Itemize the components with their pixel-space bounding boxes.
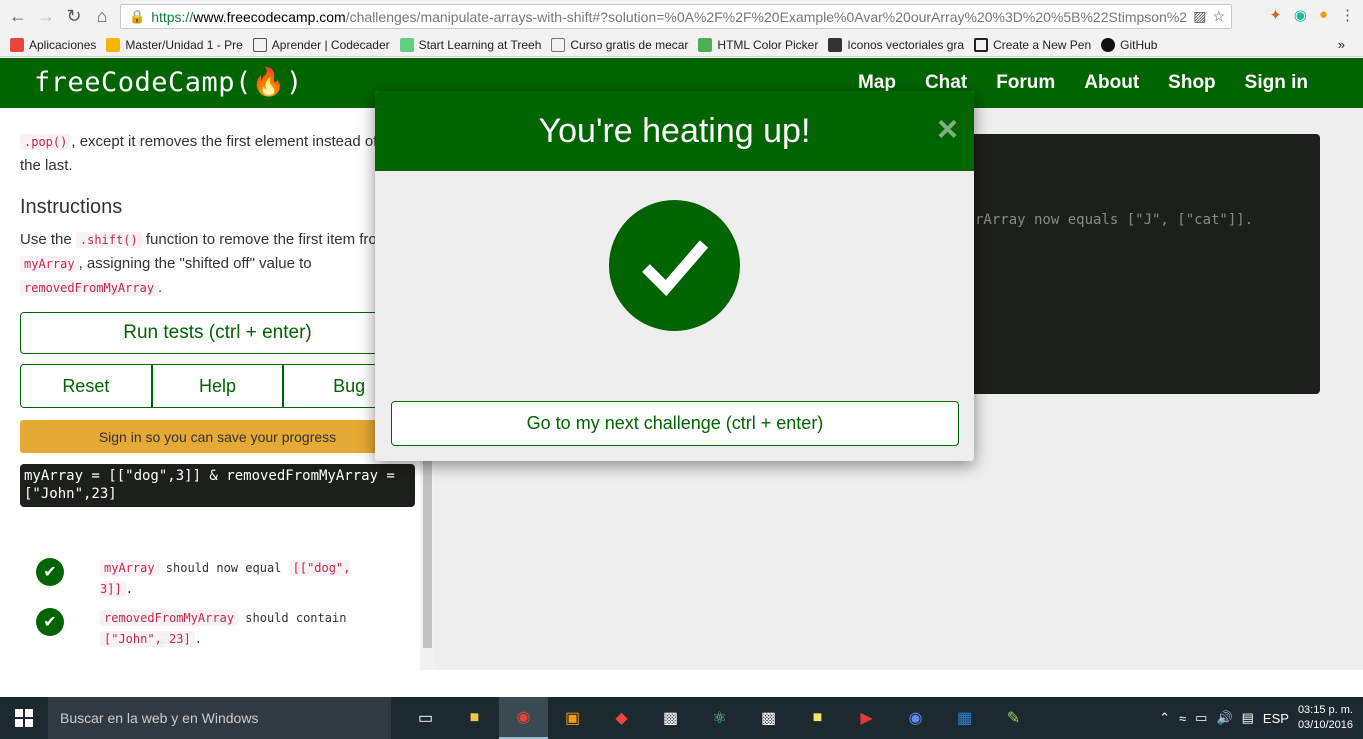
close-icon[interactable]: ×	[937, 109, 958, 149]
site-logo[interactable]: freeCodeCamp(🔥)	[34, 66, 303, 98]
forward-icon[interactable]: →	[32, 3, 60, 31]
bookmark-item[interactable]: HTML Color Picker	[698, 37, 818, 52]
instructions-heading: Instructions	[20, 196, 123, 218]
browser-toolbar: ← → ↻ ⌂ 🔒 https://www.freecodecamp.com/c…	[0, 0, 1363, 33]
bookmark-icon	[252, 37, 267, 52]
url-scheme: https://	[151, 8, 194, 25]
bookmark-item[interactable]: Aprender | Codecader	[252, 37, 390, 52]
wifi-icon[interactable]: ≈	[1179, 711, 1186, 726]
reader-icon[interactable]: ▦	[940, 697, 989, 739]
github-icon	[1101, 37, 1116, 52]
translate-icon[interactable]: ▨	[1193, 8, 1206, 25]
action-button-group: Reset Help Bug	[20, 364, 416, 408]
reset-button[interactable]: Reset	[20, 364, 152, 408]
bookmark-icon	[399, 37, 414, 52]
address-bar[interactable]: 🔒 https://www.freecodecamp.com/challenge…	[120, 4, 1232, 29]
bookmark-item[interactable]: Start Learning at Treeh	[399, 37, 541, 52]
grammarly-icon[interactable]: ◉	[1294, 6, 1307, 24]
windows-start-icon[interactable]	[0, 697, 48, 739]
nav-link-sign-in[interactable]: Sign in	[1245, 72, 1308, 94]
check-icon: ✔	[36, 558, 64, 586]
page-icon	[551, 37, 566, 52]
help-button[interactable]: Help	[151, 364, 284, 408]
success-modal: You're heating up! × Go to my next chall…	[375, 91, 974, 461]
nav-link-shop[interactable]: Shop	[1168, 72, 1216, 94]
reload-icon[interactable]: ↻	[60, 3, 88, 31]
language-indicator[interactable]: ESP	[1263, 711, 1289, 726]
instructions-text: Use the .shift() function to remove the …	[20, 231, 390, 296]
code-snippet: removedFromMyArray	[20, 280, 159, 296]
code-snippet: myArray	[20, 256, 79, 272]
code-snippet: .pop()	[20, 134, 72, 150]
url-path: /challenges/manipulate-arrays-with-shift…	[345, 8, 1216, 25]
url-host: www.freecodecamp.com	[193, 8, 346, 25]
bookmark-icon	[106, 37, 121, 52]
bookmarks-bar: Aplicaciones Master/Unidad 1 - Pre Apren…	[0, 33, 1363, 57]
chromium-icon[interactable]: ◉	[891, 697, 940, 739]
terminal-icon[interactable]: ▩	[744, 697, 793, 739]
git-icon[interactable]: ◆	[597, 697, 646, 739]
mp3-icon[interactable]: ▶	[842, 697, 891, 739]
battery-icon[interactable]: ▭	[1195, 710, 1207, 726]
extension-orange-icon[interactable]: ●	[1319, 6, 1328, 24]
paint-icon[interactable]: ✎	[989, 697, 1038, 739]
next-challenge-button[interactable]: Go to my next challenge (ctrl + enter)	[391, 401, 959, 446]
bookmark-item[interactable]: Aplicaciones	[10, 37, 96, 52]
nav-link-forum[interactable]: Forum	[996, 72, 1055, 94]
bookmark-item[interactable]: GitHub	[1101, 37, 1157, 52]
atom-icon[interactable]: ⚛	[695, 697, 744, 739]
apps-icon	[10, 37, 24, 52]
file-explorer-icon[interactable]: ■	[450, 697, 499, 739]
modal-title: You're heating up!	[538, 111, 811, 150]
codepen-icon	[974, 37, 989, 52]
bookmark-item[interactable]: Create a New Pen	[974, 37, 1091, 52]
run-tests-button[interactable]: Run tests (ctrl + enter)	[20, 312, 415, 354]
challenge-description: .pop(), except it removes the first elem…	[20, 133, 378, 174]
extension-icon[interactable]: ✦	[1269, 6, 1282, 24]
bookmark-icon	[698, 37, 713, 52]
test-result: ✔ myArray should now equal [["dog", 3]].	[36, 558, 396, 600]
system-tray: ⌃ ≈ ▭ 🔊 ▤ ESP 03:15 p. m. 03/10/2016	[1159, 697, 1353, 739]
chevron-up-icon[interactable]: ⌃	[1159, 710, 1170, 726]
bookmarks-more-button[interactable]: »	[1338, 37, 1345, 52]
task-view-icon[interactable]: ▭	[401, 697, 450, 739]
bookmark-icon	[828, 37, 843, 52]
notifications-icon[interactable]: ▤	[1242, 710, 1254, 726]
windows-taskbar: Buscar en la web y en Windows ▭ ■ ◉ ▣ ◆ …	[0, 697, 1363, 739]
test-result: ✔ removedFromMyArray should contain ["Jo…	[36, 608, 396, 650]
menu-icon[interactable]: ⋮	[1340, 6, 1355, 24]
bookmark-item[interactable]: Iconos vectoriales gra	[828, 37, 964, 52]
chrome-icon[interactable]: ◉	[499, 697, 548, 739]
sticky-notes-icon[interactable]: ■	[793, 697, 842, 739]
success-check-icon	[609, 200, 740, 331]
taskbar-search-input[interactable]: Buscar en la web y en Windows	[48, 697, 391, 739]
volume-icon[interactable]: 🔊	[1216, 710, 1232, 726]
lock-icon: 🔒	[129, 8, 146, 24]
bookmark-item[interactable]: Curso gratis de mecar	[551, 37, 688, 52]
bookmark-item[interactable]: Master/Unidad 1 - Pre	[106, 37, 243, 52]
bookmark-star-icon[interactable]: ☆	[1212, 8, 1225, 25]
code-snippet: .shift()	[75, 232, 142, 248]
modal-header: You're heating up! ×	[375, 91, 974, 171]
home-icon[interactable]: ⌂	[88, 3, 116, 31]
terminal-icon[interactable]: ▩	[646, 697, 695, 739]
sublime-icon[interactable]: ▣	[548, 697, 597, 739]
output-console: myArray = [["dog",3]] & removedFromMyArr…	[20, 464, 415, 507]
editor-visible-code: rArray now equals ["J", ["cat"]].	[975, 212, 1254, 228]
check-icon: ✔	[36, 608, 64, 636]
signin-notice-button[interactable]: Sign in so you can save your progress	[20, 420, 415, 453]
back-icon[interactable]: ←	[4, 3, 32, 31]
challenge-panel: .pop(), except it removes the first elem…	[0, 108, 435, 670]
nav-link-about[interactable]: About	[1084, 72, 1139, 94]
code-editor[interactable]	[950, 134, 1320, 394]
clock[interactable]: 03:15 p. m. 03/10/2016	[1298, 703, 1353, 733]
